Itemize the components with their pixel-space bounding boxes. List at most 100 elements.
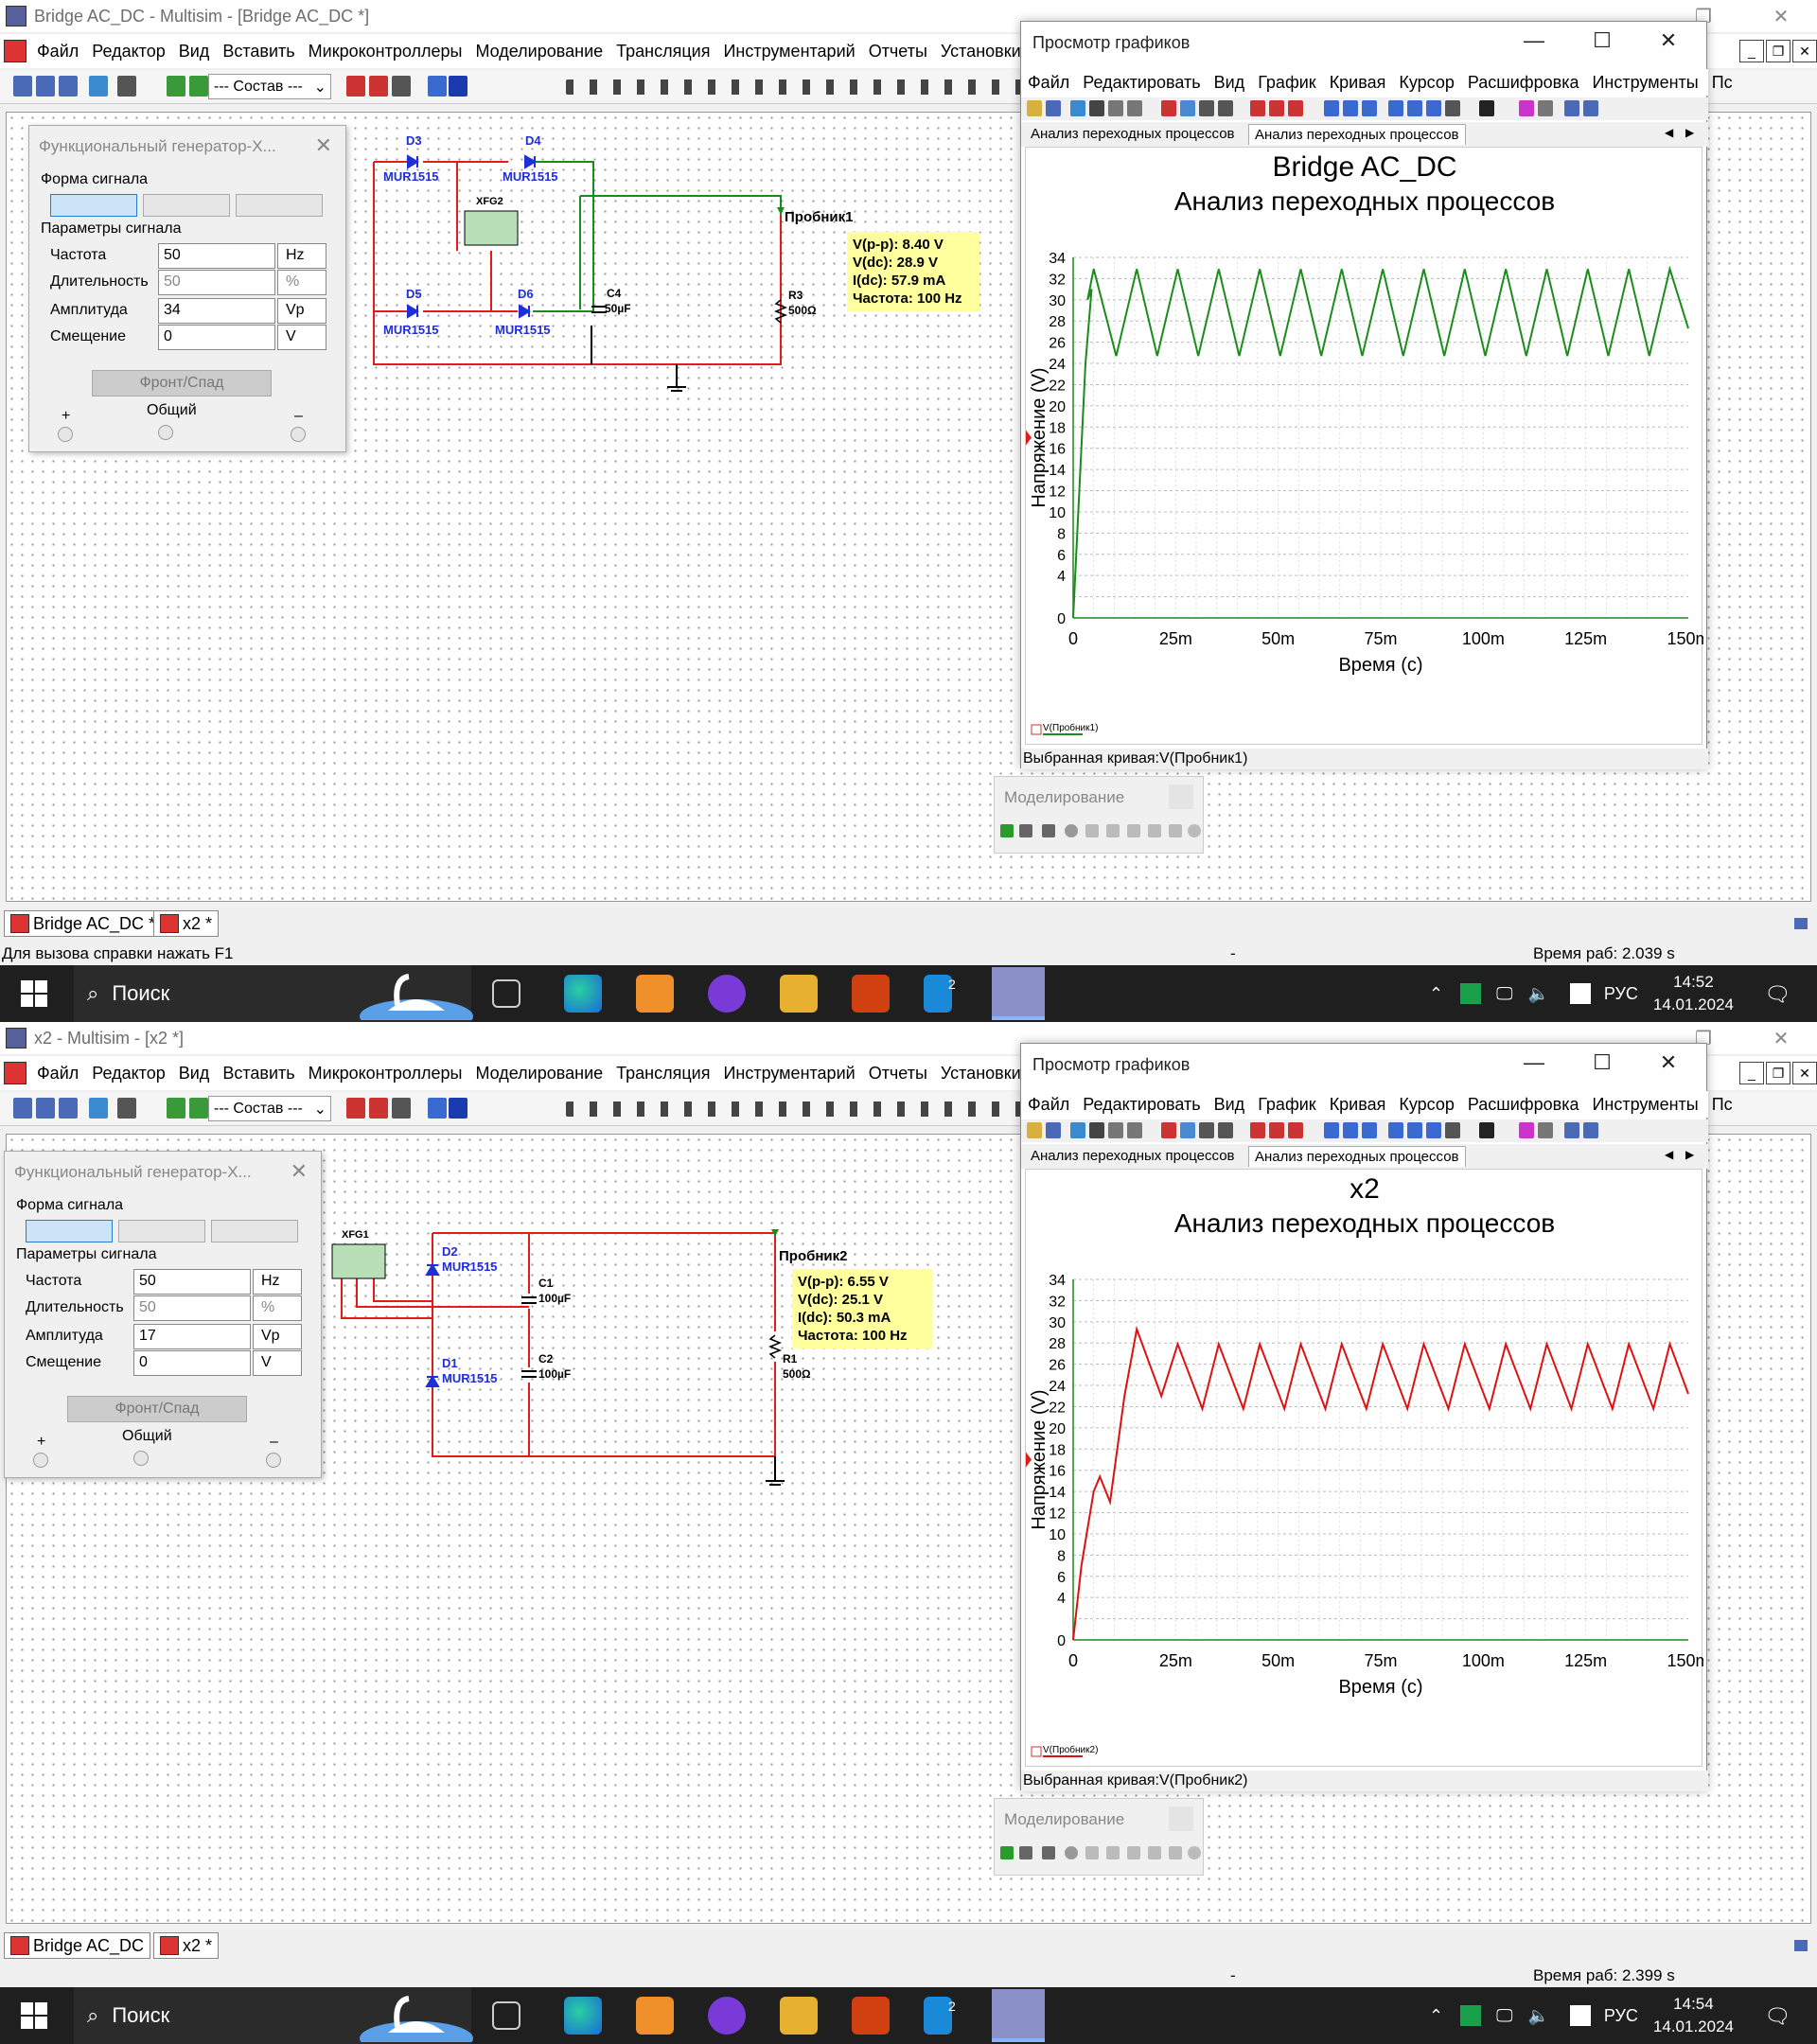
gmenu-file[interactable]: Файл (1021, 1095, 1076, 1115)
task-view-icon[interactable] (492, 979, 520, 1008)
tool-icon[interactable] (117, 1098, 136, 1119)
gmenu-graph[interactable]: График (1251, 73, 1323, 93)
mdi-close-icon[interactable]: ✕ (1792, 1062, 1817, 1084)
tool-icon[interactable] (167, 1098, 185, 1119)
copy-icon[interactable] (1108, 1122, 1123, 1138)
rise-fall-button[interactable]: Фронт/Спад (67, 1396, 247, 1422)
offset-unit[interactable]: V (277, 325, 326, 350)
minimize-icon[interactable]: — (1504, 26, 1564, 56)
mdi-restore-icon[interactable]: ❐ (1766, 1062, 1791, 1084)
open-icon[interactable] (1027, 1122, 1042, 1138)
plus-terminal[interactable] (33, 1453, 48, 1468)
sine-wave-button[interactable] (50, 194, 137, 217)
gmenu-cursor[interactable]: Курсор (1392, 1095, 1461, 1115)
zoom-icon[interactable] (1407, 100, 1422, 116)
zoom-out-icon[interactable] (1343, 1122, 1358, 1138)
offset-unit[interactable]: V (253, 1350, 302, 1376)
menu-file[interactable]: Файл (30, 42, 85, 62)
tool-icon[interactable] (392, 1098, 411, 1119)
paste-icon[interactable] (1127, 1122, 1142, 1138)
zoom-out-icon[interactable] (1343, 100, 1358, 116)
pan-icon[interactable] (1445, 100, 1460, 116)
tool-icon[interactable] (1564, 100, 1579, 116)
stop-icon[interactable] (1042, 1846, 1055, 1859)
offset-input[interactable]: 0 (133, 1350, 251, 1376)
zoom-icon[interactable] (1388, 1122, 1403, 1138)
pause-icon[interactable] (1019, 1846, 1032, 1859)
maximize-icon[interactable]: ☐ (1572, 1048, 1632, 1078)
gmenu-trace[interactable]: Кривая (1323, 1095, 1393, 1115)
tool-icon[interactable] (1106, 1846, 1120, 1859)
gmenu-tools[interactable]: Инструменты (1585, 73, 1704, 93)
doc-tab-bridge[interactable]: Bridge AC_DC (4, 1932, 151, 1959)
tool-icon[interactable] (59, 76, 78, 97)
sine-wave-button[interactable] (26, 1220, 113, 1242)
save-icon[interactable] (1046, 100, 1061, 116)
run-icon[interactable] (1000, 1846, 1014, 1859)
minus-terminal[interactable] (291, 427, 306, 442)
chevron-up-icon[interactable]: ⌃ (1429, 984, 1443, 1004)
offset-input[interactable]: 0 (158, 325, 275, 350)
gmenu-view[interactable]: Вид (1208, 1095, 1252, 1115)
tool-icon[interactable] (1583, 1122, 1598, 1138)
multisim-taskbar-icon[interactable] (992, 967, 1045, 1020)
common-terminal[interactable] (133, 1451, 149, 1466)
menu-simulate[interactable]: Моделирование (468, 1064, 609, 1084)
volume-icon[interactable]: 🔈 (1527, 2006, 1548, 2026)
zoom-icon[interactable] (1407, 1122, 1422, 1138)
minimize-icon[interactable]: — (1504, 1048, 1564, 1078)
gmenu-more[interactable]: Пс (1705, 1095, 1739, 1115)
tool-icon[interactable] (392, 76, 411, 97)
gmenu-graph[interactable]: График (1251, 1095, 1323, 1115)
tool-icon[interactable] (1188, 824, 1201, 837)
tab-transient-1[interactable]: Анализ переходных процессов (1025, 1146, 1241, 1166)
language-indicator[interactable]: РУС (1604, 2006, 1638, 2026)
close-icon[interactable]: ✕ (315, 133, 332, 158)
clock[interactable]: 14:54 14.01.2024 (1653, 1993, 1734, 2038)
triangle-wave-button[interactable] (118, 1220, 205, 1242)
tool-icon[interactable] (1085, 824, 1099, 837)
document-icon[interactable] (4, 40, 26, 62)
menu-transfer[interactable]: Трансляция (609, 42, 716, 62)
zoom-in-icon[interactable] (1324, 1122, 1339, 1138)
zoom-icon[interactable] (1426, 1122, 1441, 1138)
legend-icon[interactable] (1180, 1122, 1195, 1138)
notification-icon[interactable]: 🗨 (1764, 2004, 1791, 2029)
tool-icon[interactable] (346, 76, 365, 97)
multisim-taskbar-icon[interactable] (992, 1989, 1045, 2042)
gmenu-view[interactable]: Вид (1208, 73, 1252, 93)
language-indicator[interactable]: РУС (1604, 984, 1638, 1004)
zoom-icon[interactable] (1388, 100, 1403, 116)
cursor-icon[interactable] (1250, 1122, 1265, 1138)
tray-app-icon[interactable] (1460, 983, 1482, 1004)
undo-icon[interactable] (1070, 100, 1085, 116)
tool-icon[interactable] (1169, 824, 1182, 837)
minus-terminal[interactable] (266, 1453, 281, 1468)
edge-icon[interactable] (564, 1997, 602, 2035)
close-icon[interactable]: ✕ (1753, 1022, 1809, 1054)
app-icon[interactable] (852, 1997, 890, 2035)
menu-tools[interactable]: Инструментарий (716, 42, 861, 62)
menu-reports[interactable]: Отчеты (862, 42, 934, 62)
menu-view[interactable]: Вид (172, 1064, 217, 1084)
freq-unit[interactable]: Hz (277, 243, 326, 269)
notification-icon[interactable]: 🗨 (1764, 982, 1791, 1007)
freq-unit[interactable]: Hz (253, 1269, 302, 1295)
maximize-icon[interactable]: ☐ (1572, 26, 1632, 56)
square-wave-button[interactable] (236, 194, 323, 217)
duty-input[interactable]: 50 (158, 270, 275, 295)
pan-icon[interactable] (1445, 1122, 1460, 1138)
sim-close-button[interactable] (1169, 784, 1193, 809)
save-icon[interactable] (1046, 1122, 1061, 1138)
legend-icon[interactable] (1180, 100, 1195, 116)
tool-icon[interactable] (189, 76, 208, 97)
component-combo[interactable]: --- Состав --- ⌄ (208, 1096, 331, 1121)
edge-icon[interactable] (564, 975, 602, 1013)
tray-white-icon[interactable] (1569, 2005, 1591, 2026)
tool-icon[interactable] (1065, 824, 1078, 837)
tab-transient-2[interactable]: Анализ переходных процессов (1248, 124, 1466, 145)
stop-icon[interactable] (1042, 824, 1055, 837)
menu-transfer[interactable]: Трансляция (609, 1064, 716, 1084)
freq-input[interactable]: 50 (158, 243, 275, 269)
paste-icon[interactable] (1127, 100, 1142, 116)
